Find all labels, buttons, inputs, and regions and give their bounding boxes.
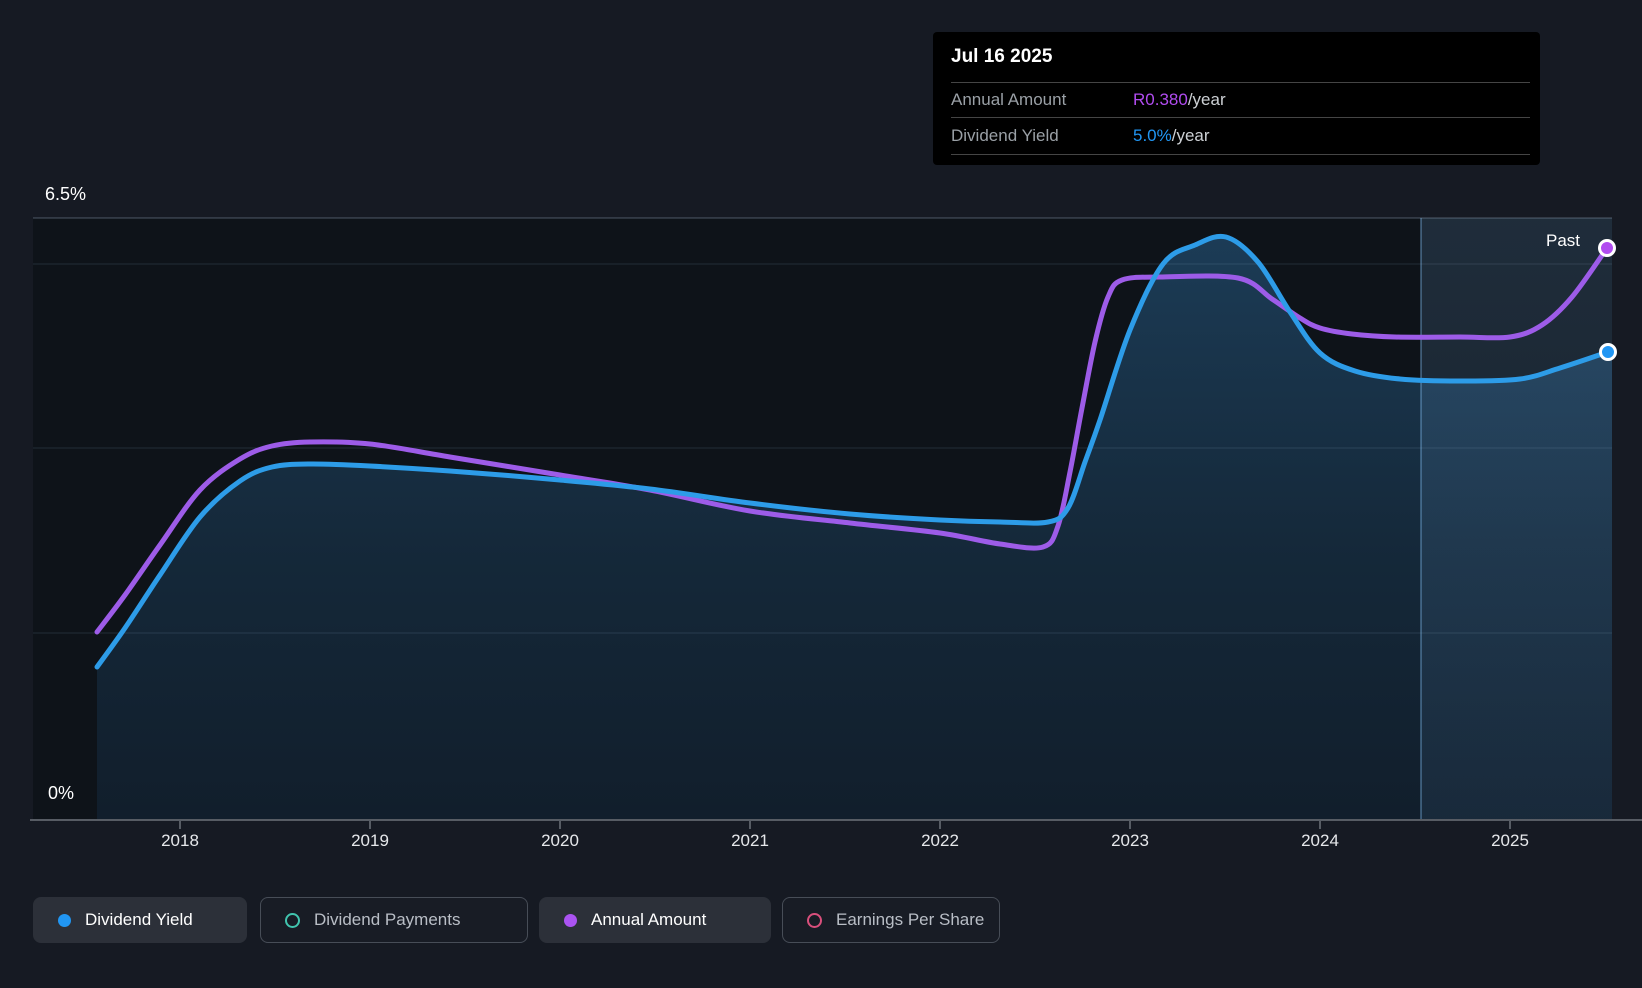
x-axis-label-2023: 2023 xyxy=(1111,831,1149,850)
dividend-yield-dot-icon xyxy=(58,913,71,927)
tooltip-dividend-yield-suffix: /year xyxy=(1171,126,1210,145)
dividend-payments-ring-icon xyxy=(285,912,300,928)
legend-label: Earnings Per Share xyxy=(836,910,985,929)
x-axis-label-2020: 2020 xyxy=(541,831,579,850)
legend-button-annual-amount[interactable]: Annual Amount xyxy=(539,897,771,943)
y-axis-max-label: 6.5% xyxy=(45,184,87,204)
tooltip-row-dividend-yield: Dividend Yield 5.0% /year xyxy=(951,117,1530,155)
x-axis-label-2025: 2025 xyxy=(1491,831,1529,850)
legend-label: Annual Amount xyxy=(591,910,707,929)
x-axis-label-2024: 2024 xyxy=(1301,831,1339,850)
legend-button-earnings-per-share[interactable]: Earnings Per Share xyxy=(782,897,1000,943)
x-axis-label-2018: 2018 xyxy=(161,831,199,850)
chart-tooltip: Jul 16 2025 Annual Amount R0.380 /year D… xyxy=(933,32,1540,165)
legend-button-dividend-yield[interactable]: Dividend Yield xyxy=(33,897,247,943)
x-axis-label-2022: 2022 xyxy=(921,831,959,850)
tooltip-dividend-yield-label: Dividend Yield xyxy=(951,126,1059,145)
tooltip-annual-amount-value: R0.380 xyxy=(1133,90,1188,109)
past-region-label: Past xyxy=(1546,231,1581,250)
tooltip-date: Jul 16 2025 xyxy=(951,46,1053,67)
legend-button-dividend-payments[interactable]: Dividend Payments xyxy=(260,897,528,943)
legend-label: Dividend Payments xyxy=(314,910,461,929)
dividend-chart-page: 6.5% 0% Past 2018 2019 2020 2021 2022 2023 202… xyxy=(0,0,1642,988)
x-axis-label-2019: 2019 xyxy=(351,831,389,850)
x-axis-label-2021: 2021 xyxy=(731,831,769,850)
tooltip-annual-amount-suffix: /year xyxy=(1187,90,1226,109)
annual-amount-dot-icon xyxy=(564,913,577,927)
legend-label: Dividend Yield xyxy=(85,910,193,929)
tooltip-row-annual-amount: Annual Amount R0.380 /year xyxy=(951,82,1530,117)
tooltip-annual-amount-label: Annual Amount xyxy=(951,90,1067,109)
y-axis-zero-label: 0% xyxy=(48,783,75,803)
earnings-per-share-ring-icon xyxy=(807,912,822,928)
tooltip-dividend-yield-value: 5.0% xyxy=(1133,126,1172,145)
